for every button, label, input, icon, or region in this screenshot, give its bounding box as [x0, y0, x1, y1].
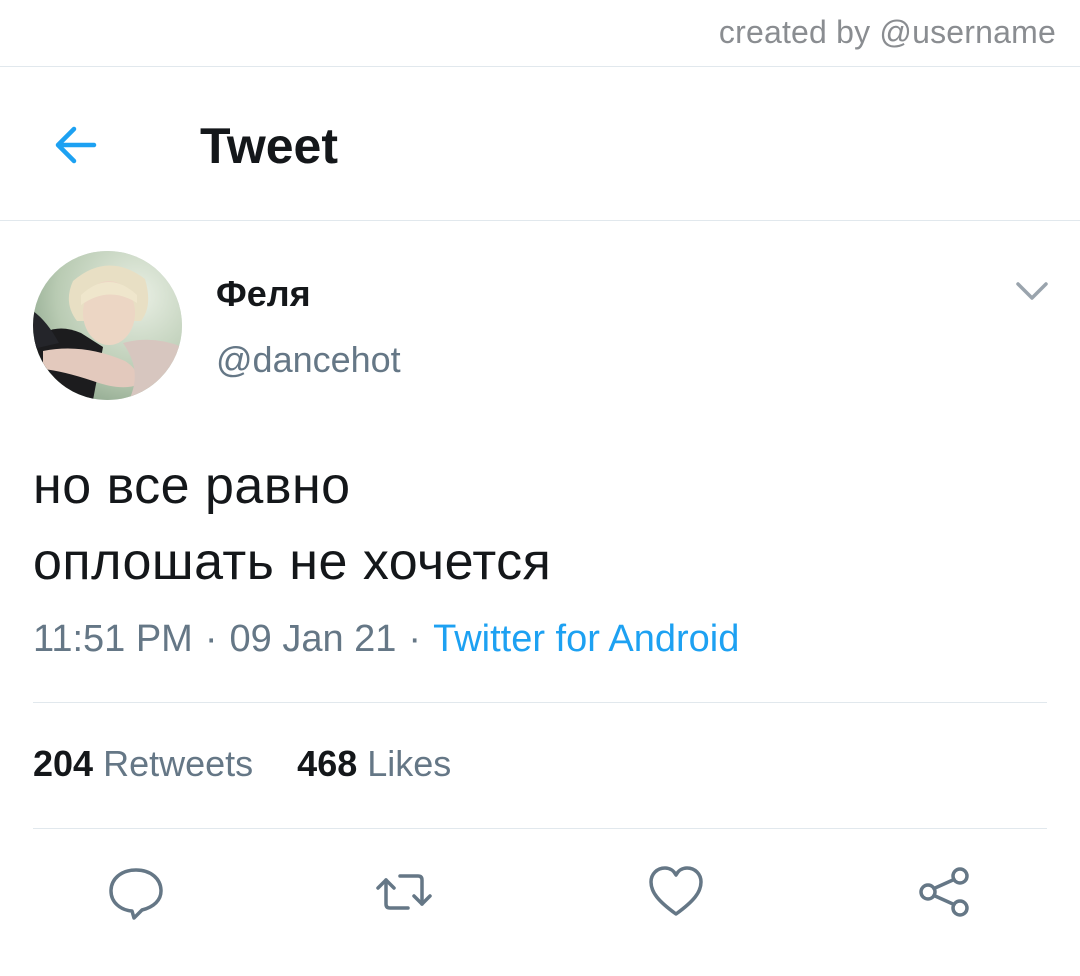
share-nodes-icon — [919, 867, 969, 917]
divider — [0, 220, 1080, 221]
header: Tweet — [0, 67, 1080, 220]
meta-separator: · — [204, 618, 218, 660]
tweet-stats: 204 Retweets 468 Likes — [33, 743, 451, 785]
avatar[interactable] — [33, 251, 182, 400]
back-button[interactable] — [48, 117, 104, 173]
action-bar — [0, 860, 1080, 924]
meta-separator: · — [408, 618, 422, 660]
speech-bubble-icon — [109, 868, 163, 920]
share-button[interactable] — [912, 860, 976, 924]
likes-count: 468 — [297, 743, 358, 784]
tweet-source-link[interactable]: Twitter for Android — [433, 618, 739, 660]
author-display-name[interactable]: Феля — [216, 273, 311, 315]
arrow-left-icon — [55, 126, 97, 164]
chevron-down-icon — [1016, 282, 1048, 300]
tweet-date: 09 Jan 21 — [229, 618, 397, 660]
tweet-time: 11:51 PM — [33, 618, 193, 660]
retweet-button[interactable] — [372, 860, 436, 924]
likes-stat[interactable]: 468 Likes — [297, 743, 451, 785]
likes-label: Likes — [367, 743, 452, 784]
retweets-count: 204 — [33, 743, 94, 784]
retweet-arrows-icon — [376, 874, 432, 910]
tweet-text: но все равно оплошать не хочется — [33, 448, 551, 600]
tweet-meta: 11:51 PM · 09 Jan 21 · Twitter for Android — [33, 618, 739, 661]
retweets-label: Retweets — [103, 743, 254, 784]
divider — [33, 828, 1047, 829]
divider — [33, 702, 1047, 703]
watermark-text: created by @username — [718, 14, 1056, 50]
page-title: Tweet — [200, 118, 338, 174]
profile-photo — [33, 251, 182, 400]
tweet-text-line: но все равно — [33, 457, 351, 515]
heart-icon — [649, 866, 703, 916]
more-options-button[interactable] — [1012, 276, 1052, 306]
tweet-text-line: оплошать не хочется — [33, 533, 552, 591]
like-button[interactable] — [644, 860, 708, 924]
retweets-stat[interactable]: 204 Retweets — [33, 743, 253, 785]
author-handle[interactable]: @dancehot — [216, 339, 401, 381]
reply-button[interactable] — [104, 860, 168, 924]
